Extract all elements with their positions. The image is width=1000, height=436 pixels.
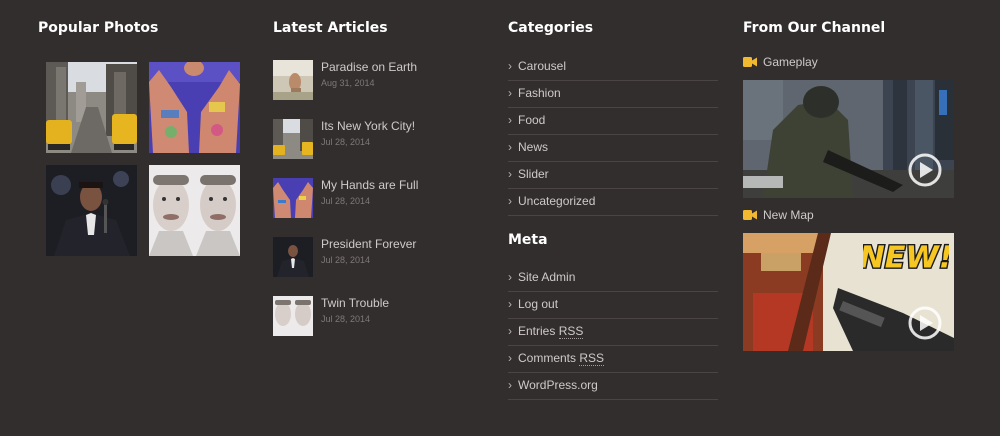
article-title[interactable]: President Forever [321, 237, 416, 251]
chevron-right-icon: › [508, 351, 512, 365]
video-thumbnail-gameplay[interactable] [743, 80, 954, 198]
meta-link[interactable]: WordPress.org [518, 378, 598, 392]
chevron-right-icon: › [508, 297, 512, 311]
meta-item-comments-rss[interactable]: › Comments RSS [508, 346, 718, 373]
category-link[interactable]: Fashion [518, 86, 561, 100]
categories-widget: Categories › Carousel › Fashion › Food ›… [508, 0, 723, 436]
article-title[interactable]: My Hands are Full [321, 178, 418, 192]
article-date: Jul 28, 2014 [321, 196, 371, 206]
article-thumbnail[interactable] [273, 60, 313, 100]
meta-comments-label: Comments [518, 351, 577, 365]
channel-widget: From Our Channel Gameplay New Map NEW! [743, 0, 958, 436]
category-item[interactable]: › Food [508, 108, 718, 135]
article-date: Jul 28, 2014 [321, 314, 371, 324]
chevron-right-icon: › [508, 270, 512, 284]
chevron-right-icon: › [508, 140, 512, 154]
meta-link[interactable]: Entries RSS [518, 324, 584, 339]
category-link[interactable]: Slider [518, 167, 549, 181]
category-link[interactable]: News [518, 140, 548, 154]
latest-articles-title: Latest Articles [273, 20, 388, 36]
chevron-right-icon: › [508, 378, 512, 392]
photo-twins[interactable] [149, 165, 240, 256]
rss-abbr: RSS [558, 324, 584, 339]
meta-item-entries-rss[interactable]: › Entries RSS [508, 319, 718, 346]
photo-president[interactable] [46, 165, 137, 256]
article-date: Jul 28, 2014 [321, 255, 371, 265]
footer-widgets: Popular Photos Latest Articles Paradise … [0, 0, 1000, 436]
article-date: Aug 31, 2014 [321, 78, 375, 88]
chevron-right-icon: › [508, 86, 512, 100]
article-item[interactable]: President Forever Jul 28, 2014 [273, 237, 473, 281]
video-camera-icon [743, 57, 757, 67]
article-thumbnail[interactable] [273, 237, 313, 277]
article-item[interactable]: Its New York City! Jul 28, 2014 [273, 119, 473, 163]
article-item[interactable]: Twin Trouble Jul 28, 2014 [273, 296, 473, 340]
video-title[interactable]: Gameplay [763, 55, 818, 69]
video-title[interactable]: New Map [763, 208, 814, 222]
meta-link[interactable]: Site Admin [518, 270, 575, 284]
article-thumbnail[interactable] [273, 296, 313, 336]
category-item[interactable]: › Carousel [508, 54, 718, 81]
chevron-right-icon: › [508, 167, 512, 181]
meta-item-log-out[interactable]: › Log out [508, 292, 718, 319]
meta-title: Meta [508, 232, 548, 248]
meta-item-site-admin[interactable]: › Site Admin [508, 265, 718, 292]
video-camera-icon [743, 210, 757, 220]
meta-item-wordpress[interactable]: › WordPress.org [508, 373, 718, 400]
meta-entries-label: Entries [518, 324, 556, 338]
photo-hands[interactable] [149, 62, 240, 153]
article-thumbnail[interactable] [273, 178, 313, 218]
category-link[interactable]: Uncategorized [518, 194, 595, 208]
article-title[interactable]: Twin Trouble [321, 296, 389, 310]
article-title[interactable]: Paradise on Earth [321, 60, 417, 74]
popular-photos-widget: Popular Photos [38, 0, 248, 436]
chevron-right-icon: › [508, 324, 512, 338]
article-title[interactable]: Its New York City! [321, 119, 415, 133]
category-item[interactable]: › Fashion [508, 81, 718, 108]
categories-title: Categories [508, 20, 594, 36]
rss-abbr: RSS [579, 351, 605, 366]
chevron-right-icon: › [508, 113, 512, 127]
popular-photos-title: Popular Photos [38, 20, 159, 36]
latest-articles-widget: Latest Articles Paradise on Earth Aug 31… [273, 0, 483, 436]
category-item[interactable]: › Uncategorized [508, 189, 718, 216]
category-item[interactable]: › Slider [508, 162, 718, 189]
article-thumbnail[interactable] [273, 119, 313, 159]
meta-link[interactable]: Comments RSS [518, 351, 605, 366]
chevron-right-icon: › [508, 194, 512, 208]
channel-title: From Our Channel [743, 20, 886, 36]
video-thumbnail-new-map[interactable]: NEW! [743, 233, 954, 351]
new-badge-text: NEW! [863, 240, 949, 275]
chevron-right-icon: › [508, 59, 512, 73]
article-item[interactable]: Paradise on Earth Aug 31, 2014 [273, 60, 473, 104]
category-item[interactable]: › News [508, 135, 718, 162]
new-badge: NEW! [863, 239, 949, 275]
photo-new-york-city[interactable] [46, 62, 137, 153]
article-item[interactable]: My Hands are Full Jul 28, 2014 [273, 178, 473, 222]
category-link[interactable]: Food [518, 113, 545, 127]
category-link[interactable]: Carousel [518, 59, 566, 73]
article-date: Jul 28, 2014 [321, 137, 371, 147]
meta-link[interactable]: Log out [518, 297, 558, 311]
